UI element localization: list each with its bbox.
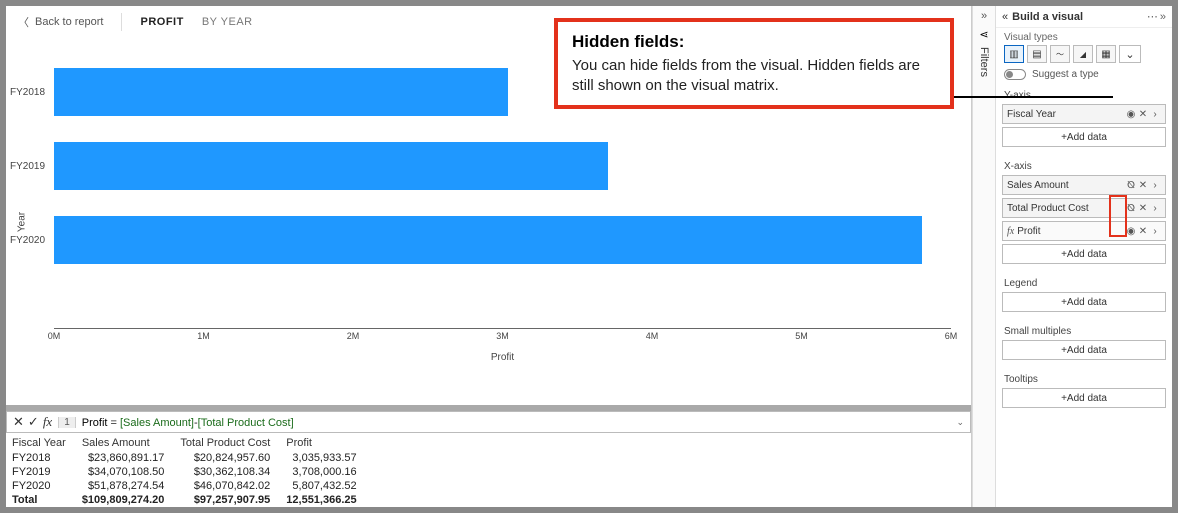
- table-row[interactable]: FY2020$51,878,274.54$46,070,842.025,807,…: [10, 479, 371, 493]
- visible-icon[interactable]: ◉: [1125, 109, 1137, 120]
- formula-line-number: 1: [58, 417, 76, 428]
- add-data-yaxis[interactable]: +Add data: [1002, 127, 1166, 147]
- field-menu-icon[interactable]: ›: [1149, 226, 1161, 237]
- commit-formula-icon[interactable]: ✓: [28, 414, 39, 430]
- field-pill[interactable]: fxProfit◉✕›: [1002, 221, 1166, 241]
- chevron-left-icon: 〈: [18, 14, 29, 30]
- callout-body: You can hide fields from the visual. Hid…: [572, 56, 936, 95]
- remove-field-icon[interactable]: ✕: [1137, 180, 1149, 191]
- field-menu-icon[interactable]: ›: [1149, 109, 1161, 120]
- field-pill[interactable]: Total Product Cost⦰✕›: [1002, 198, 1166, 218]
- field-menu-icon[interactable]: ›: [1149, 180, 1161, 191]
- field-well-small-multiples: Small multiples +Add data: [1002, 322, 1166, 364]
- expand-filters-icon[interactable]: »: [981, 10, 987, 22]
- add-data-xaxis[interactable]: +Add data: [1002, 244, 1166, 264]
- bar-category: FY2018: [10, 87, 54, 98]
- bar[interactable]: [54, 142, 608, 190]
- axis-tick: 1M: [197, 331, 210, 341]
- more-options-icon[interactable]: ⋯: [1147, 10, 1158, 23]
- suggest-label: Suggest a type: [1032, 69, 1099, 80]
- collapse-pane-icon[interactable]: «: [1002, 11, 1008, 23]
- visual-type-column[interactable]: [1027, 45, 1047, 63]
- remove-field-icon[interactable]: ✕: [1137, 226, 1149, 237]
- fx-icon[interactable]: fx: [43, 414, 52, 430]
- filters-pane-collapsed[interactable]: » ⋖ Filters: [972, 6, 996, 507]
- field-pill[interactable]: Sales Amount⦰✕›: [1002, 175, 1166, 195]
- formula-text[interactable]: Profit = [Sales Amount]-[Total Product C…: [76, 416, 294, 429]
- hidden-icon[interactable]: ⦰: [1125, 180, 1137, 191]
- bar-category: FY2019: [10, 161, 54, 172]
- hidden-icon[interactable]: ⦰: [1125, 203, 1137, 214]
- visual-type-area[interactable]: [1073, 45, 1093, 63]
- expand-pane-icon[interactable]: »: [1160, 11, 1166, 23]
- visual-type-line[interactable]: [1050, 45, 1070, 63]
- axis-tick: 2M: [347, 331, 360, 341]
- field-name: Fiscal Year: [1007, 109, 1125, 120]
- filters-label: Filters: [978, 47, 990, 77]
- back-to-report-button[interactable]: 〈 Back to report: [18, 14, 103, 30]
- suggest-type-toggle[interactable]: [1004, 69, 1026, 80]
- cancel-formula-icon[interactable]: ✕: [13, 414, 24, 430]
- pane-title: Build a visual: [1012, 11, 1083, 23]
- table-row[interactable]: FY2018$23,860,891.17$20,824,957.603,035,…: [10, 451, 371, 465]
- visual-types-expand[interactable]: ⌄: [1119, 45, 1141, 63]
- field-well-tooltips: Tooltips +Add data: [1002, 370, 1166, 412]
- annotation-connector: [948, 96, 1113, 98]
- axis-tick: 5M: [795, 331, 808, 341]
- axis-tick: 4M: [646, 331, 659, 341]
- axis-tick: 6M: [945, 331, 958, 341]
- axis-tick: 0M: [48, 331, 61, 341]
- column-header[interactable]: Total Product Cost: [178, 435, 284, 451]
- callout-heading: Hidden fields:: [572, 32, 936, 52]
- visual-types-label: Visual types: [996, 28, 1172, 45]
- bar[interactable]: [54, 68, 508, 116]
- build-visual-pane: « Build a visual ⋯ » Visual types ⌄ Sugg…: [996, 6, 1172, 507]
- table-row[interactable]: FY2019$34,070,108.50$30,362,108.343,708,…: [10, 465, 371, 479]
- column-header[interactable]: Sales Amount: [80, 435, 179, 451]
- formula-bar[interactable]: ✕ ✓ fx 1 Profit = [Sales Amount]-[Total …: [6, 411, 971, 433]
- visual-type-bar[interactable]: [1004, 45, 1024, 63]
- add-data-tooltips[interactable]: +Add data: [1002, 388, 1166, 408]
- field-name: Sales Amount: [1007, 180, 1125, 191]
- divider: [121, 13, 122, 31]
- x-axis-label: Profit: [54, 352, 951, 363]
- visual-type-table[interactable]: [1096, 45, 1116, 63]
- y-axis-label: Year: [17, 211, 28, 231]
- visible-icon[interactable]: ◉: [1125, 226, 1137, 237]
- column-header[interactable]: Fiscal Year: [10, 435, 80, 451]
- table-total-row: Total$109,809,274.20$97,257,907.9512,551…: [10, 493, 371, 507]
- annotation-callout: Hidden fields: You can hide fields from …: [554, 18, 954, 109]
- field-name: Total Product Cost: [1007, 203, 1125, 214]
- measure-icon: fx: [1007, 226, 1017, 237]
- data-matrix[interactable]: Fiscal YearSales AmountTotal Product Cos…: [10, 435, 371, 507]
- add-data-small-multiples[interactable]: +Add data: [1002, 340, 1166, 360]
- back-label: Back to report: [35, 16, 103, 28]
- bar-category: FY2020: [10, 235, 54, 246]
- breadcrumb-current[interactable]: PROFIT: [140, 16, 183, 28]
- breadcrumb-secondary[interactable]: BY YEAR: [202, 16, 253, 28]
- field-pill[interactable]: Fiscal Year◉✕›: [1002, 104, 1166, 124]
- add-data-legend[interactable]: +Add data: [1002, 292, 1166, 312]
- field-well-xaxis: X-axis Sales Amount⦰✕›Total Product Cost…: [1002, 157, 1166, 268]
- bar[interactable]: [54, 216, 922, 264]
- field-menu-icon[interactable]: ›: [1149, 203, 1161, 214]
- field-well-legend: Legend +Add data: [1002, 274, 1166, 316]
- funnel-icon: ⋖: [979, 28, 988, 41]
- field-name: Profit: [1017, 226, 1125, 237]
- remove-field-icon[interactable]: ✕: [1137, 203, 1149, 214]
- column-header[interactable]: Profit: [284, 435, 370, 451]
- expand-formula-icon[interactable]: ⌄: [956, 417, 964, 428]
- remove-field-icon[interactable]: ✕: [1137, 109, 1149, 120]
- axis-tick: 3M: [496, 331, 509, 341]
